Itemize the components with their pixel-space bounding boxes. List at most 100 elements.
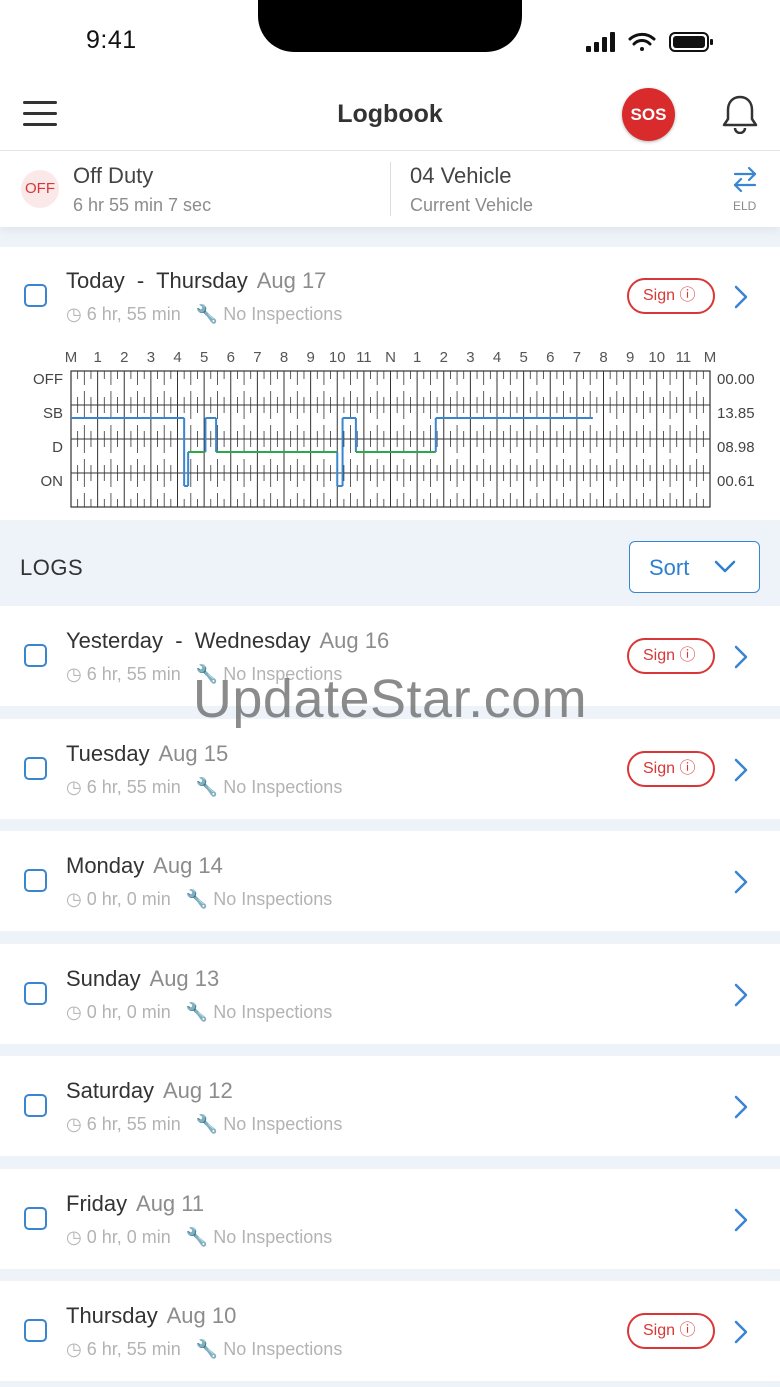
eld-label: ELD	[733, 199, 757, 213]
log-item-day: Friday	[66, 1191, 128, 1216]
log-item-checkbox[interactable]	[24, 757, 47, 780]
log-item-inspections: No Inspections	[223, 1114, 343, 1134]
sign-label: Sign	[643, 1322, 676, 1339]
sign-label: Sign	[643, 760, 676, 777]
log-item-meta: ◷ 6 hr, 55 min 🔧 No Inspections	[66, 1339, 342, 1360]
chart-hour-label: 11	[676, 349, 692, 366]
log-item-inspections: No Inspections	[223, 1339, 343, 1359]
eld-switch-icon[interactable]	[732, 166, 758, 192]
log-item-date: Aug 10	[166, 1303, 237, 1328]
log-item-inspections: No Inspections	[223, 777, 343, 797]
bell-icon[interactable]	[722, 94, 758, 134]
log-item-title: Yesterday - Wednesday Aug 16	[66, 628, 389, 654]
log-item-checkbox[interactable]	[24, 1319, 47, 1342]
clock-icon: ◷	[66, 1002, 82, 1022]
log-item-title: Saturday Aug 12	[66, 1078, 233, 1104]
chart-hour-label: 1	[413, 349, 421, 366]
logs-title: LOGS	[20, 555, 84, 580]
info-icon: ⓘ	[679, 287, 696, 304]
chart-status-label: ON	[41, 473, 64, 490]
chevron-right-icon[interactable]	[732, 1320, 750, 1344]
sign-button[interactable]: Sign ⓘ	[627, 1313, 715, 1349]
chart-status-total: 00.61	[717, 473, 755, 490]
log-item-checkbox[interactable]	[24, 869, 47, 892]
chart-hour-label: N	[385, 349, 396, 366]
log-item-day: Saturday	[66, 1078, 155, 1103]
today-meta: ◷ 6 hr, 55 min 🔧 No Inspections	[66, 304, 342, 325]
log-item-checkbox[interactable]	[24, 1207, 47, 1230]
chart-hour-label: 10	[648, 349, 665, 366]
device-notch	[258, 0, 522, 52]
sign-button[interactable]: Sign ⓘ	[627, 278, 715, 314]
chart-status-total: 08.98	[717, 439, 755, 456]
chevron-right-icon[interactable]	[732, 1095, 750, 1119]
log-item[interactable]	[0, 1169, 780, 1269]
status-time: 9:41	[86, 26, 137, 54]
wrench-icon: 🔧	[185, 889, 209, 909]
duty-status[interactable]: Off Duty	[73, 163, 153, 189]
chevron-right-icon[interactable]	[732, 645, 750, 669]
wifi-icon	[628, 32, 656, 51]
chevron-right-icon[interactable]	[732, 758, 750, 782]
log-item-inspections: No Inspections	[213, 889, 333, 909]
chevron-right-icon[interactable]	[732, 1208, 750, 1232]
chart-hour-label: 3	[147, 349, 155, 366]
chart-status-total: 13.85	[717, 405, 755, 422]
sos-button[interactable]: SOS	[622, 88, 675, 141]
log-item[interactable]	[0, 944, 780, 1044]
log-item[interactable]	[0, 831, 780, 931]
log-item-hours: 6 hr, 55 min	[86, 777, 181, 797]
sort-label: Sort	[649, 555, 690, 580]
today-title[interactable]: Today - Thursday Aug 17	[66, 268, 326, 294]
log-item-meta: ◷ 0 hr, 0 min 🔧 No Inspections	[66, 1227, 332, 1248]
chart-status-total: 00.00	[717, 371, 755, 388]
log-item-date: Aug 16	[319, 628, 390, 653]
chart-hour-label: 9	[306, 349, 314, 366]
wrench-icon: 🔧	[185, 1002, 209, 1022]
status-icons	[586, 32, 713, 52]
log-item-meta: ◷ 6 hr, 55 min 🔧 No Inspections	[66, 777, 342, 798]
log-item-inspections: No Inspections	[213, 1227, 333, 1247]
vehicle-subtitle: Current Vehicle	[410, 195, 534, 215]
chevron-down-icon	[714, 560, 736, 573]
log-item-hours: 0 hr, 0 min	[86, 1002, 171, 1022]
sort-button[interactable]: Sort	[629, 541, 760, 593]
log-item-checkbox[interactable]	[24, 644, 47, 667]
chart-hour-label: 11	[356, 349, 372, 366]
log-item-day: Sunday	[66, 966, 141, 991]
log-item-checkbox[interactable]	[24, 1094, 47, 1117]
divider	[390, 162, 391, 216]
log-item-checkbox[interactable]	[24, 982, 47, 1005]
wrench-icon: 🔧	[195, 1339, 219, 1359]
clock-icon: ◷	[66, 1339, 82, 1359]
log-item[interactable]	[0, 1056, 780, 1156]
info-icon: ⓘ	[679, 647, 696, 664]
log-item-hours: 0 hr, 0 min	[86, 889, 171, 909]
log-item-date: Aug 15	[158, 741, 229, 766]
log-item-title: Thursday Aug 10	[66, 1303, 236, 1329]
duty-status-badge: OFF	[21, 170, 59, 208]
log-item-date: Aug 14	[153, 853, 223, 878]
log-item-day: Thursday	[66, 1303, 158, 1328]
sign-label: Sign	[643, 287, 676, 304]
chart-hour-label: 5	[519, 349, 527, 366]
chevron-right-icon[interactable]	[732, 983, 750, 1007]
log-item-meta: ◷ 0 hr, 0 min 🔧 No Inspections	[66, 889, 332, 910]
today-day: Today - Thursday	[66, 268, 248, 293]
chart-hour-label: 10	[329, 349, 346, 366]
vehicle-name[interactable]: 04 Vehicle	[410, 163, 512, 189]
chevron-right-icon[interactable]	[732, 285, 750, 309]
log-item-day: Yesterday - Wednesday	[66, 628, 311, 653]
today-checkbox[interactable]	[24, 284, 47, 307]
log-item-hours: 0 hr, 0 min	[86, 1227, 171, 1247]
wrench-icon: 🔧	[195, 304, 219, 324]
chart-hour-label: M	[65, 349, 78, 366]
log-item-date: Aug 11	[136, 1191, 205, 1216]
duty-duration: 6 hr 55 min 7 sec	[73, 195, 212, 215]
sign-button[interactable]: Sign ⓘ	[627, 751, 715, 787]
chart-hour-label: 9	[626, 349, 634, 366]
chevron-right-icon[interactable]	[732, 870, 750, 894]
chart-hour-label: 3	[466, 349, 474, 366]
chart-status-label: OFF	[33, 371, 63, 388]
sign-label: Sign	[643, 647, 676, 664]
